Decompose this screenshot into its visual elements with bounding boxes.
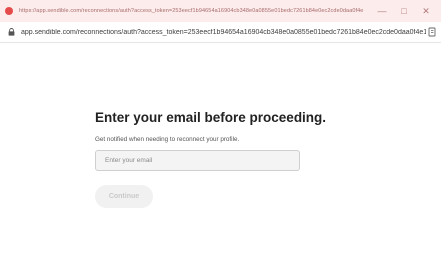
minimize-button[interactable]: — xyxy=(371,6,393,16)
lock-icon[interactable] xyxy=(8,28,15,36)
window-titlebar: https://app.sendible.com/reconnections/a… xyxy=(0,0,441,22)
window-title-url: https://app.sendible.com/reconnections/a… xyxy=(19,8,364,14)
sendible-favicon-icon xyxy=(5,7,13,15)
bookmark-icon[interactable] xyxy=(428,27,437,37)
address-bar: app.sendible.com/reconnections/auth?acce… xyxy=(0,22,441,43)
form-description: Get notified when needing to reconnect y… xyxy=(95,136,240,143)
email-form: Enter your email before proceeding. Get … xyxy=(95,110,355,208)
email-input[interactable] xyxy=(95,150,300,171)
continue-button[interactable]: Continue xyxy=(95,185,153,208)
window-controls: — □ ✕ xyxy=(371,0,437,22)
address-url[interactable]: app.sendible.com/reconnections/auth?acce… xyxy=(21,29,426,36)
maximize-button[interactable]: □ xyxy=(393,6,415,16)
close-button[interactable]: ✕ xyxy=(415,6,437,17)
page-heading: Enter your email before proceeding. xyxy=(95,110,327,125)
